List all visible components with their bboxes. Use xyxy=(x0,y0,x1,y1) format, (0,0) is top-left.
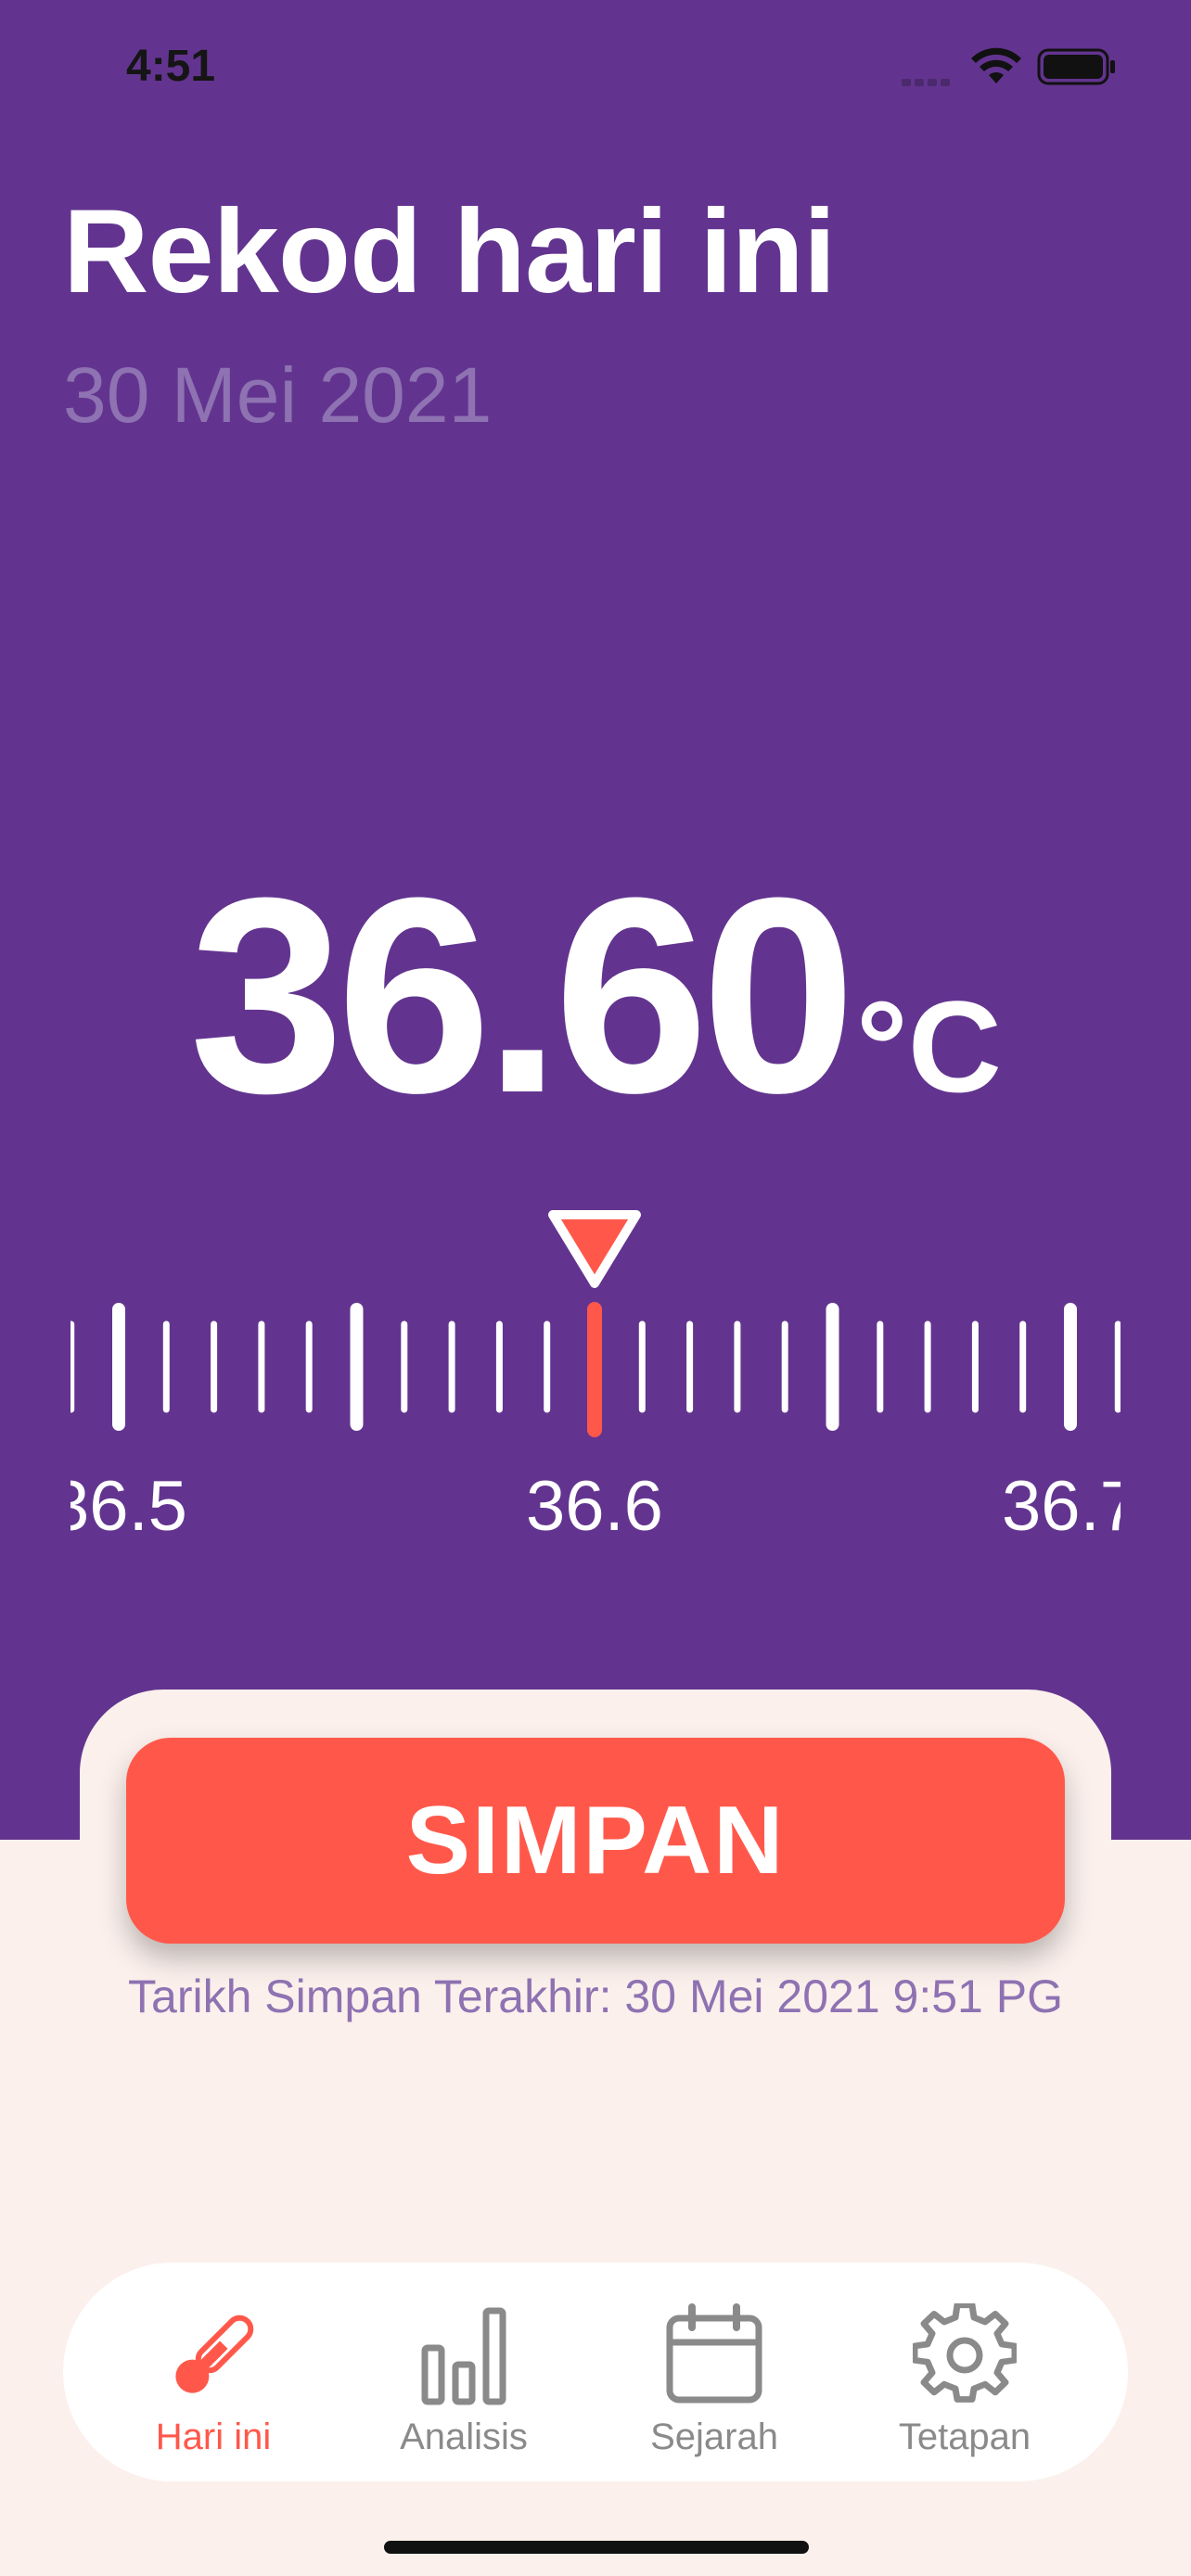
status-time: 4:51 xyxy=(126,42,216,91)
ruler-pointer-icon xyxy=(548,1210,641,1288)
tab-sejarah[interactable]: Sejarah xyxy=(603,2263,826,2481)
tab-label: Hari ini xyxy=(155,2417,272,2457)
bar-chart-icon xyxy=(421,2307,506,2405)
tab-label: Tetapan xyxy=(898,2417,1031,2457)
last-saved-text: Tarikh Simpan Terakhir: 30 Mei 2021 9:51… xyxy=(128,1970,1063,2022)
tab-tetapan[interactable]: Tetapan xyxy=(853,2263,1076,2481)
home-indicator xyxy=(384,2541,809,2554)
ruler-label-left: 36.5 xyxy=(50,1467,187,1546)
tab-analisis[interactable]: Analisis xyxy=(352,2263,575,2481)
calendar-icon xyxy=(666,2303,762,2404)
temperature-ruler[interactable]: 36.5 36.6 36.7 xyxy=(0,1205,1191,1576)
tab-hari-ini[interactable]: Hari ini xyxy=(102,2263,325,2481)
thermometer-icon xyxy=(175,2315,254,2393)
temperature-value: 36.60 xyxy=(189,839,856,1151)
ruler-label-center: 36.6 xyxy=(526,1467,663,1546)
current-date: 30 Mei 2021 xyxy=(63,351,493,439)
temperature-unit: °C xyxy=(855,974,1002,1119)
gear-icon xyxy=(913,2303,1017,2403)
tab-label: Sejarah xyxy=(650,2417,778,2457)
tab-label: Analisis xyxy=(400,2417,528,2457)
page-title: Rekod hari ini xyxy=(63,185,836,318)
battery-icon xyxy=(1037,48,1115,85)
tab-bar: Hari ini Analisis Sejarah Tetapan xyxy=(63,2263,1128,2481)
wifi-icon xyxy=(971,47,1021,83)
ruler-label-right: 36.7 xyxy=(1002,1467,1139,1546)
cellular-signal-icon xyxy=(902,74,955,86)
save-button[interactable]: SIMPAN xyxy=(126,1738,1065,1944)
temperature-reading: 36.60°C xyxy=(0,835,1191,1155)
